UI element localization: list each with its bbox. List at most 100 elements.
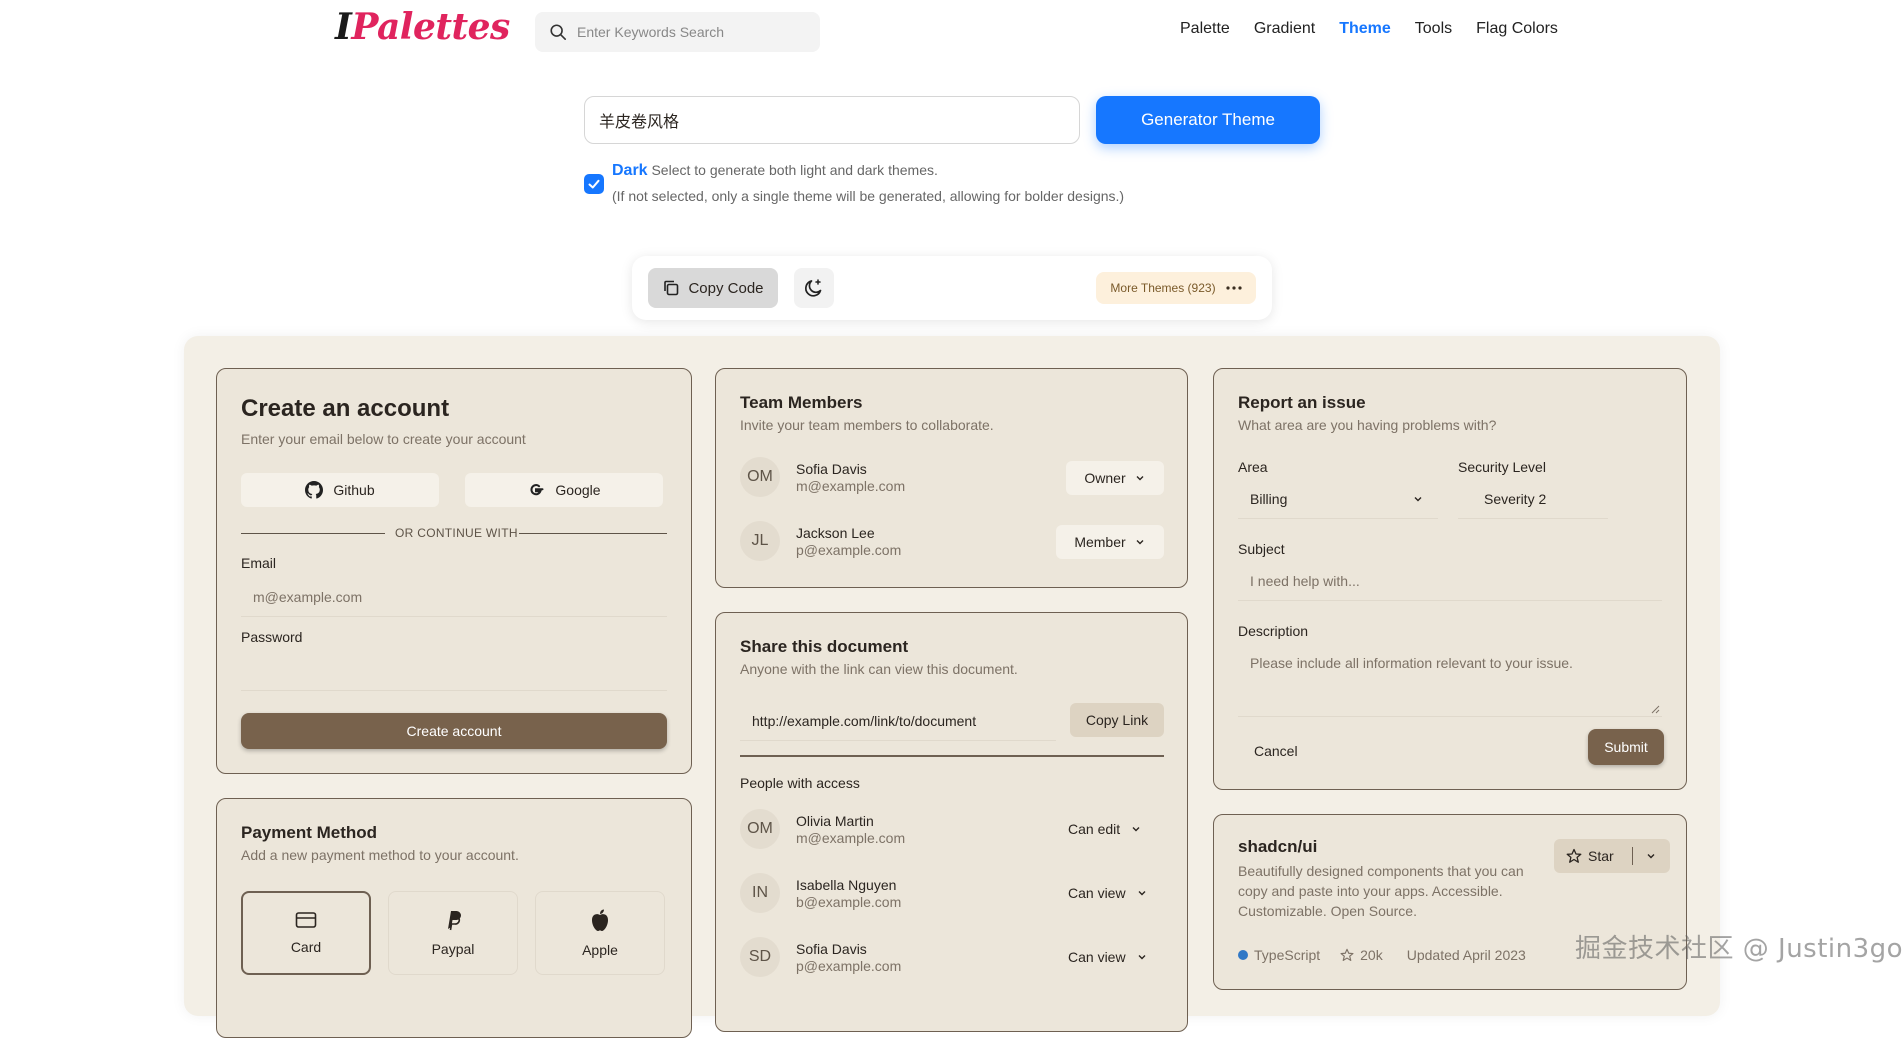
share-link-field[interactable]: http://example.com/link/to/document: [740, 701, 1056, 741]
repo-stars: 20k: [1360, 947, 1383, 963]
area-select[interactable]: Billing: [1238, 479, 1438, 519]
avatar: JL: [740, 521, 780, 561]
role-label: Member: [1074, 534, 1126, 550]
google-button[interactable]: Google: [465, 473, 663, 507]
star-icon: [1340, 948, 1354, 961]
chevron-down-icon: [1136, 476, 1144, 481]
ellipsis-icon: [1225, 286, 1242, 290]
role-select-owner[interactable]: Owner: [1066, 461, 1164, 495]
person-email: p@example.com: [796, 958, 902, 974]
star-icon: [1566, 848, 1582, 863]
generator-theme-button[interactable]: Generator Theme: [1096, 96, 1320, 144]
avatar: OM: [740, 457, 780, 497]
google-icon: [530, 484, 544, 496]
divider-line-right: [519, 533, 667, 534]
access-select[interactable]: Can edit: [1068, 812, 1142, 846]
copy-code-button[interactable]: Copy Code: [648, 268, 778, 308]
chevron-down-icon: [1132, 827, 1140, 832]
nav-link-tools[interactable]: Tools: [1415, 20, 1452, 38]
chevron-down-icon[interactable]: [1645, 850, 1657, 862]
report-issue-card: Report an issue What area are you having…: [1213, 368, 1687, 790]
team-members-card: Team Members Invite your team members to…: [715, 368, 1188, 588]
description-textarea[interactable]: Please include all information relevant …: [1238, 643, 1662, 717]
star-button[interactable]: Star: [1554, 839, 1670, 873]
dark-note: (If not selected, only a single theme wi…: [612, 188, 1125, 204]
more-themes-label: More Themes (923): [1110, 281, 1216, 295]
cancel-button[interactable]: Cancel: [1254, 743, 1298, 759]
password-label: Password: [241, 629, 303, 645]
create-account-button[interactable]: Create account: [241, 713, 667, 749]
payment-method-card: Payment Method Add a new payment method …: [216, 798, 692, 1038]
watermark: 掘金技术社区 @ Justin3go: [1575, 934, 1904, 964]
payment-option-paypal[interactable]: Paypal: [388, 891, 518, 975]
chevron-down-icon: [1138, 891, 1146, 896]
email-label: Email: [241, 555, 277, 571]
nav-link-palette[interactable]: Palette: [1180, 20, 1230, 38]
person-name: Olivia Martin: [796, 813, 874, 829]
nav-link-flag-colors[interactable]: Flag Colors: [1476, 20, 1558, 38]
more-themes-button[interactable]: More Themes (923): [1096, 272, 1256, 304]
theme-mode-toggle[interactable]: [794, 268, 834, 308]
submit-button[interactable]: Submit: [1588, 729, 1664, 765]
repo-description: Beautifully designed components that you…: [1238, 863, 1524, 919]
subject-label: Subject: [1238, 541, 1285, 557]
payment-apple-label: Apple: [582, 942, 618, 958]
copy-link-button[interactable]: Copy Link: [1070, 703, 1164, 737]
apple-icon: [592, 909, 608, 931]
member-name: Sofia Davis: [796, 461, 867, 477]
github-icon: [305, 481, 324, 499]
member-name: Jackson Lee: [796, 525, 875, 541]
person-email: b@example.com: [796, 894, 902, 910]
chevron-down-icon: [1136, 540, 1144, 545]
people-with-access-label: People with access: [740, 775, 860, 791]
access-label: Can edit: [1068, 821, 1121, 837]
copy-icon: [664, 280, 679, 296]
member-email: p@example.com: [796, 542, 902, 558]
divider-text: OR CONTINUE WITH: [395, 526, 518, 540]
security-level-label: Security Level: [1458, 459, 1546, 475]
password-field[interactable]: [241, 651, 667, 691]
subject-input[interactable]: I need help with...: [1238, 561, 1662, 601]
nav-link-theme[interactable]: Theme: [1339, 20, 1391, 38]
member-email: m@example.com: [796, 478, 906, 494]
dark-checkbox[interactable]: [584, 174, 604, 194]
payment-option-card[interactable]: Card: [241, 891, 371, 975]
repo-updated: Updated April 2023: [1406, 947, 1526, 963]
search-icon: [550, 24, 567, 41]
role-select-member[interactable]: Member: [1056, 525, 1164, 559]
dark-label[interactable]: Dark: [612, 162, 648, 179]
star-divider: [1631, 847, 1633, 865]
role-label: Owner: [1084, 470, 1126, 486]
copy-code-label: Copy Code: [688, 279, 764, 297]
report-subtitle: What area are you having problems with?: [1238, 417, 1497, 433]
access-select[interactable]: Can view: [1068, 876, 1148, 910]
report-title: Report an issue: [1238, 393, 1366, 412]
logo[interactable]: IPalettes: [335, 6, 510, 48]
security-level-select[interactable]: Severity 2: [1458, 479, 1608, 519]
share-document-card: Share this document Anyone with the link…: [715, 612, 1188, 1032]
access-label: Can view: [1068, 885, 1126, 901]
security-level-value: Severity 2: [1484, 490, 1547, 507]
repo-name[interactable]: shadcn/ui: [1238, 837, 1317, 857]
access-select[interactable]: Can view: [1068, 940, 1148, 974]
payment-option-apple[interactable]: Apple: [535, 891, 665, 975]
access-label: Can view: [1068, 949, 1126, 965]
theme-toolbar: Copy Code More Themes (923): [632, 256, 1272, 320]
payment-title: Payment Method: [241, 823, 378, 842]
dark-description: Select to generate both light and dark t…: [651, 162, 938, 178]
moon-sparkle-icon: [805, 279, 822, 297]
avatar: OM: [740, 809, 780, 849]
chevron-down-icon: [1138, 955, 1146, 960]
github-button[interactable]: Github: [241, 473, 439, 507]
credit-card-icon: [295, 912, 317, 928]
chevron-down-icon: [1414, 496, 1422, 501]
person-name: Isabella Nguyen: [796, 877, 897, 893]
search-input[interactable]: [575, 23, 799, 41]
theme-prompt-input[interactable]: 羊皮卷风格: [584, 96, 1080, 144]
create-account-title: Create an account: [241, 395, 450, 422]
search-bar[interactable]: [535, 12, 820, 52]
resize-handle-icon[interactable]: [1650, 704, 1660, 714]
email-field[interactable]: m@example.com: [241, 577, 667, 617]
nav-link-gradient[interactable]: Gradient: [1254, 20, 1315, 38]
description-placeholder: Please include all information relevant …: [1250, 655, 1573, 671]
